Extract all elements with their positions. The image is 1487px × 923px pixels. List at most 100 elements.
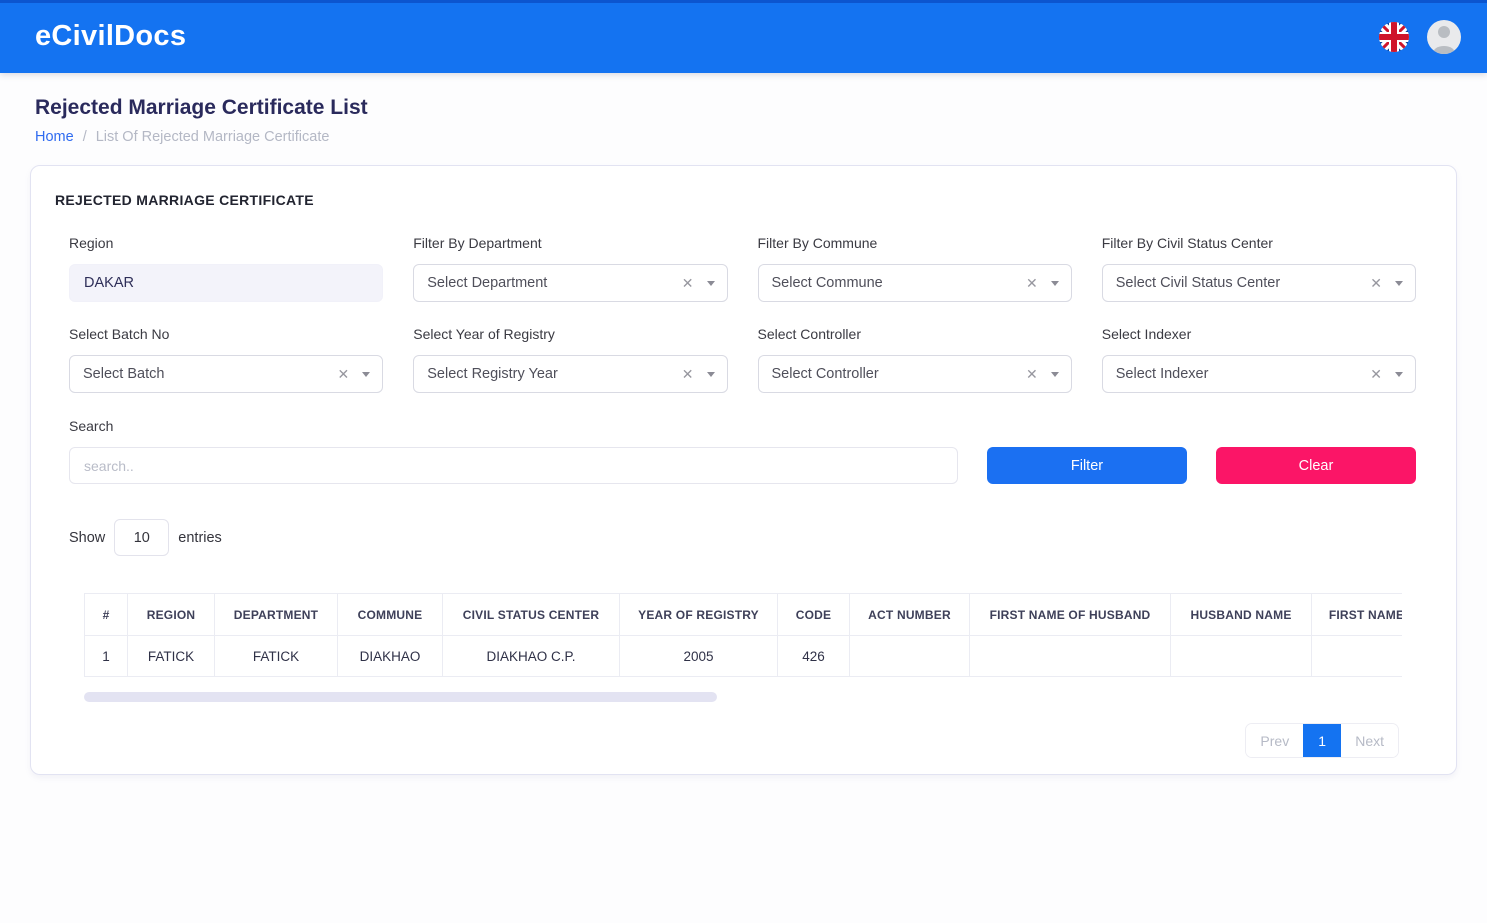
breadcrumb-current: List Of Rejected Marriage Certificate [96,129,330,145]
field-registry-year: Select Year of Registry Select Registry … [413,326,727,393]
header-actions [1379,20,1461,54]
civil-status-center-label: Filter By Civil Status Center [1102,235,1416,251]
card-title: REJECTED MARRIAGE CERTIFICATE [55,192,1456,208]
field-indexer: Select Indexer Select Indexer ✕ [1102,326,1416,393]
controller-select[interactable]: Select Controller ✕ [758,355,1072,393]
chevron-down-icon[interactable] [707,281,715,286]
clear-selection-icon[interactable]: ✕ [1026,276,1038,290]
cell-civil-status-center: DIAKHAO C.P. [443,636,620,677]
search-section: Search Filter Clear [69,418,1416,484]
col-header-civil-status-center: CIVIL STATUS CENTER [443,594,620,636]
civil-status-center-select[interactable]: Select Civil Status Center ✕ [1102,264,1416,302]
pagination-page-1-button[interactable]: 1 [1303,724,1341,757]
avatar-head-icon [1438,26,1450,38]
department-label: Filter By Department [413,235,727,251]
show-label: Show [69,530,105,546]
chevron-down-icon[interactable] [1395,372,1403,377]
cell-husband-name [1171,636,1312,677]
region-label: Region [69,235,383,251]
pagination-prev-button[interactable]: Prev [1246,724,1303,757]
field-region: Region [69,235,383,302]
civil-status-center-select-value: Select Civil Status Center [1116,275,1280,291]
horizontal-scrollbar-thumb[interactable] [84,692,717,702]
app-header: eCivilDocs [0,0,1487,73]
clear-button[interactable]: Clear [1216,447,1416,484]
results-table-wrapper: # REGION DEPARTMENT COMMUNE CIVIL STATUS… [84,593,1402,677]
avatar-body-icon [1433,46,1455,54]
col-header-act-number: ACT NUMBER [850,594,970,636]
table-header-row: # REGION DEPARTMENT COMMUNE CIVIL STATUS… [85,594,1403,636]
field-batch: Select Batch No Select Batch ✕ [69,326,383,393]
clear-selection-icon[interactable]: ✕ [338,367,350,381]
breadcrumb-separator: / [83,129,87,145]
cell-first-name-of-husband [970,636,1171,677]
cell-code: 426 [778,636,850,677]
indexer-label: Select Indexer [1102,326,1416,342]
registry-year-label: Select Year of Registry [413,326,727,342]
indexer-select[interactable]: Select Indexer ✕ [1102,355,1416,393]
registry-year-select-value: Select Registry Year [427,366,558,382]
cell-commune: DIAKHAO [338,636,443,677]
region-input[interactable] [69,264,383,302]
commune-label: Filter By Commune [758,235,1072,251]
batch-select-value: Select Batch [83,366,164,382]
batch-select[interactable]: Select Batch ✕ [69,355,383,393]
col-header-first-name: FIRST NAME [1312,594,1403,636]
search-label: Search [69,418,1416,434]
entries-count-input[interactable] [114,519,169,556]
registry-year-select[interactable]: Select Registry Year ✕ [413,355,727,393]
breadcrumb-home-link[interactable]: Home [35,129,74,145]
filters-grid: Region Filter By Department Select Depar… [69,235,1416,393]
col-header-department: DEPARTMENT [215,594,338,636]
entries-label: entries [178,530,222,546]
cell-index: 1 [85,636,128,677]
page-content: Rejected Marriage Certificate List Home … [0,96,1487,775]
field-controller: Select Controller Select Controller ✕ [758,326,1072,393]
flag-cross [1379,34,1409,40]
chevron-down-icon[interactable] [1051,281,1059,286]
field-department: Filter By Department Select Department ✕ [413,235,727,302]
rejected-certificate-card: REJECTED MARRIAGE CERTIFICATE Region Fil… [30,165,1457,775]
cell-department: FATICK [215,636,338,677]
field-civil-status-center: Filter By Civil Status Center Select Civ… [1102,235,1416,302]
department-select[interactable]: Select Department ✕ [413,264,727,302]
chevron-down-icon[interactable] [707,372,715,377]
page-title: Rejected Marriage Certificate List [35,96,1457,120]
horizontal-scrollbar-track [84,692,1402,702]
table-row[interactable]: 1 FATICK FATICK DIAKHAO DIAKHAO C.P. 200… [85,636,1403,677]
language-flag-icon[interactable] [1379,22,1409,52]
clear-selection-icon[interactable]: ✕ [682,276,694,290]
col-header-husband-name: HUSBAND NAME [1171,594,1312,636]
clear-selection-icon[interactable]: ✕ [1026,367,1038,381]
user-avatar[interactable] [1427,20,1461,54]
brand-logo[interactable]: eCivilDocs [35,20,186,53]
chevron-down-icon[interactable] [362,372,370,377]
cell-year-of-registry: 2005 [620,636,778,677]
filter-button[interactable]: Filter [987,447,1187,484]
indexer-select-value: Select Indexer [1116,366,1209,382]
cell-act-number [850,636,970,677]
field-commune: Filter By Commune Select Commune ✕ [758,235,1072,302]
batch-label: Select Batch No [69,326,383,342]
clear-selection-icon[interactable]: ✕ [682,367,694,381]
clear-selection-icon[interactable]: ✕ [1370,276,1382,290]
commune-select-value: Select Commune [772,275,883,291]
entries-control: Show entries [69,519,1416,556]
col-header-year-of-registry: YEAR OF REGISTRY [620,594,778,636]
cell-first-name [1312,636,1403,677]
results-table: # REGION DEPARTMENT COMMUNE CIVIL STATUS… [84,593,1402,677]
search-input[interactable] [69,447,958,484]
chevron-down-icon[interactable] [1395,281,1403,286]
col-header-commune: COMMUNE [338,594,443,636]
department-select-value: Select Department [427,275,547,291]
commune-select[interactable]: Select Commune ✕ [758,264,1072,302]
clear-selection-icon[interactable]: ✕ [1370,367,1382,381]
cell-region: FATICK [128,636,215,677]
col-header-code: CODE [778,594,850,636]
pagination-next-button[interactable]: Next [1341,724,1398,757]
col-header-first-name-of-husband: FIRST NAME OF HUSBAND [970,594,1171,636]
col-header-region: REGION [128,594,215,636]
controller-select-value: Select Controller [772,366,879,382]
chevron-down-icon[interactable] [1051,372,1059,377]
pagination: Prev 1 Next [31,723,1399,758]
